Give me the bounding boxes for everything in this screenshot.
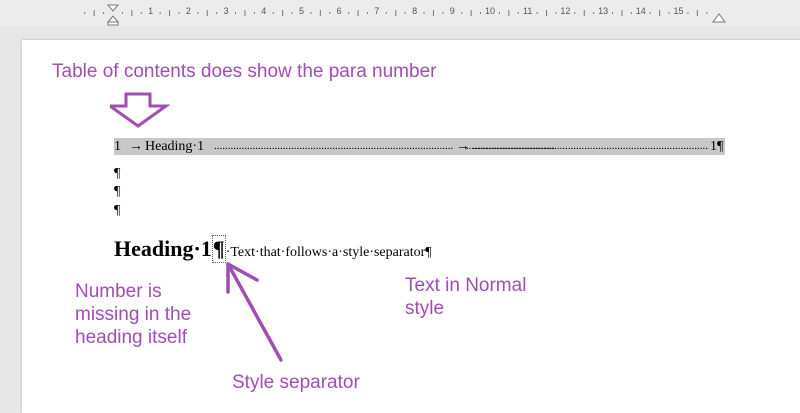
annotation-toc-shows-number: Table of contents does show the para num… [52, 61, 437, 82]
toc-dot-leader: ........................................… [466, 140, 709, 152]
annotation-number-missing-text: Number is missing in the heading itself [75, 281, 192, 348]
toc-entry-page: 1¶ [710, 139, 724, 154]
annotation-normal-style: Text in Normal style [405, 274, 555, 320]
ruler-number: 13 [598, 6, 609, 16]
annotation-normal-style-text: Text in Normal style [405, 275, 527, 319]
ruler-number: 14 [635, 6, 646, 16]
toc-entry[interactable]: 1 → Heading·1 ..........................… [114, 138, 725, 155]
arrow-icon [226, 262, 283, 362]
ruler-number: 11 [523, 6, 533, 16]
ruler-number: 12 [560, 6, 571, 16]
ruler-number: 10 [484, 6, 496, 16]
ruler-number: 2 [185, 6, 191, 16]
toc-entry-number: 1 [114, 139, 121, 154]
ruler-number: 1 [148, 6, 154, 16]
annotation-number-missing: Number is missing in the heading itself [75, 280, 215, 349]
annotation-style-separator: Style separator [232, 372, 360, 393]
ruler-number: 5 [298, 6, 305, 16]
horizontal-ruler[interactable]: 1 2 3 4 5 6 7 8 9 10 11 12 13 14 15 [0, 0, 800, 26]
toc-entry-title: Heading·1 [145, 139, 205, 154]
heading-text[interactable]: Heading·1 [114, 236, 212, 261]
left-indent-marker[interactable] [106, 4, 120, 26]
ruler-number: 9 [449, 6, 455, 16]
ruler-number: 15 [673, 6, 684, 16]
paragraph-mark[interactable]: ¶ [114, 184, 120, 200]
ruler-number: 4 [261, 6, 267, 16]
ruler-number: 3 [223, 6, 229, 16]
right-indent-marker[interactable] [712, 13, 726, 23]
paragraph-mark[interactable]: ¶ [114, 203, 120, 219]
paragraph-mark[interactable]: ¶ [114, 166, 120, 182]
ruler-number: 8 [412, 6, 418, 16]
toc-tab-arrow: → [129, 139, 143, 154]
ruler-number: 6 [336, 6, 342, 16]
ruler-number: 7 [374, 6, 380, 16]
down-arrow-icon [110, 92, 170, 128]
